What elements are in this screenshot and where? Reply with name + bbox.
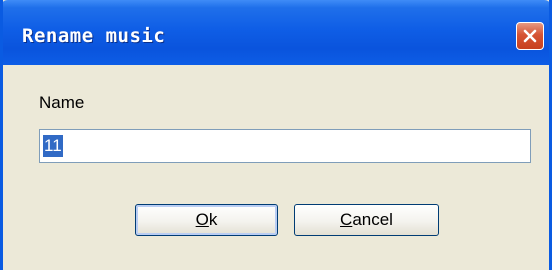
name-input[interactable]: 11: [39, 129, 531, 163]
dialog-title: Rename music: [22, 25, 166, 47]
ok-button-mnemonic: O: [195, 210, 209, 229]
cancel-button[interactable]: Cancel: [294, 204, 439, 236]
name-input-value: 11: [43, 135, 63, 157]
cancel-button-mnemonic: C: [340, 210, 353, 229]
name-label: Name: [39, 93, 85, 112]
ok-button-label: k: [208, 210, 218, 229]
dialog-body: Name 11 Ok Cancel: [3, 65, 549, 270]
rename-music-dialog: Rename music Name 11 Ok Cancel: [0, 0, 552, 270]
cancel-button-label: ancel: [352, 210, 393, 229]
title-bar[interactable]: Rename music: [3, 0, 549, 65]
ok-button[interactable]: Ok: [135, 204, 278, 236]
close-button[interactable]: [516, 22, 544, 50]
close-icon: [523, 29, 537, 43]
